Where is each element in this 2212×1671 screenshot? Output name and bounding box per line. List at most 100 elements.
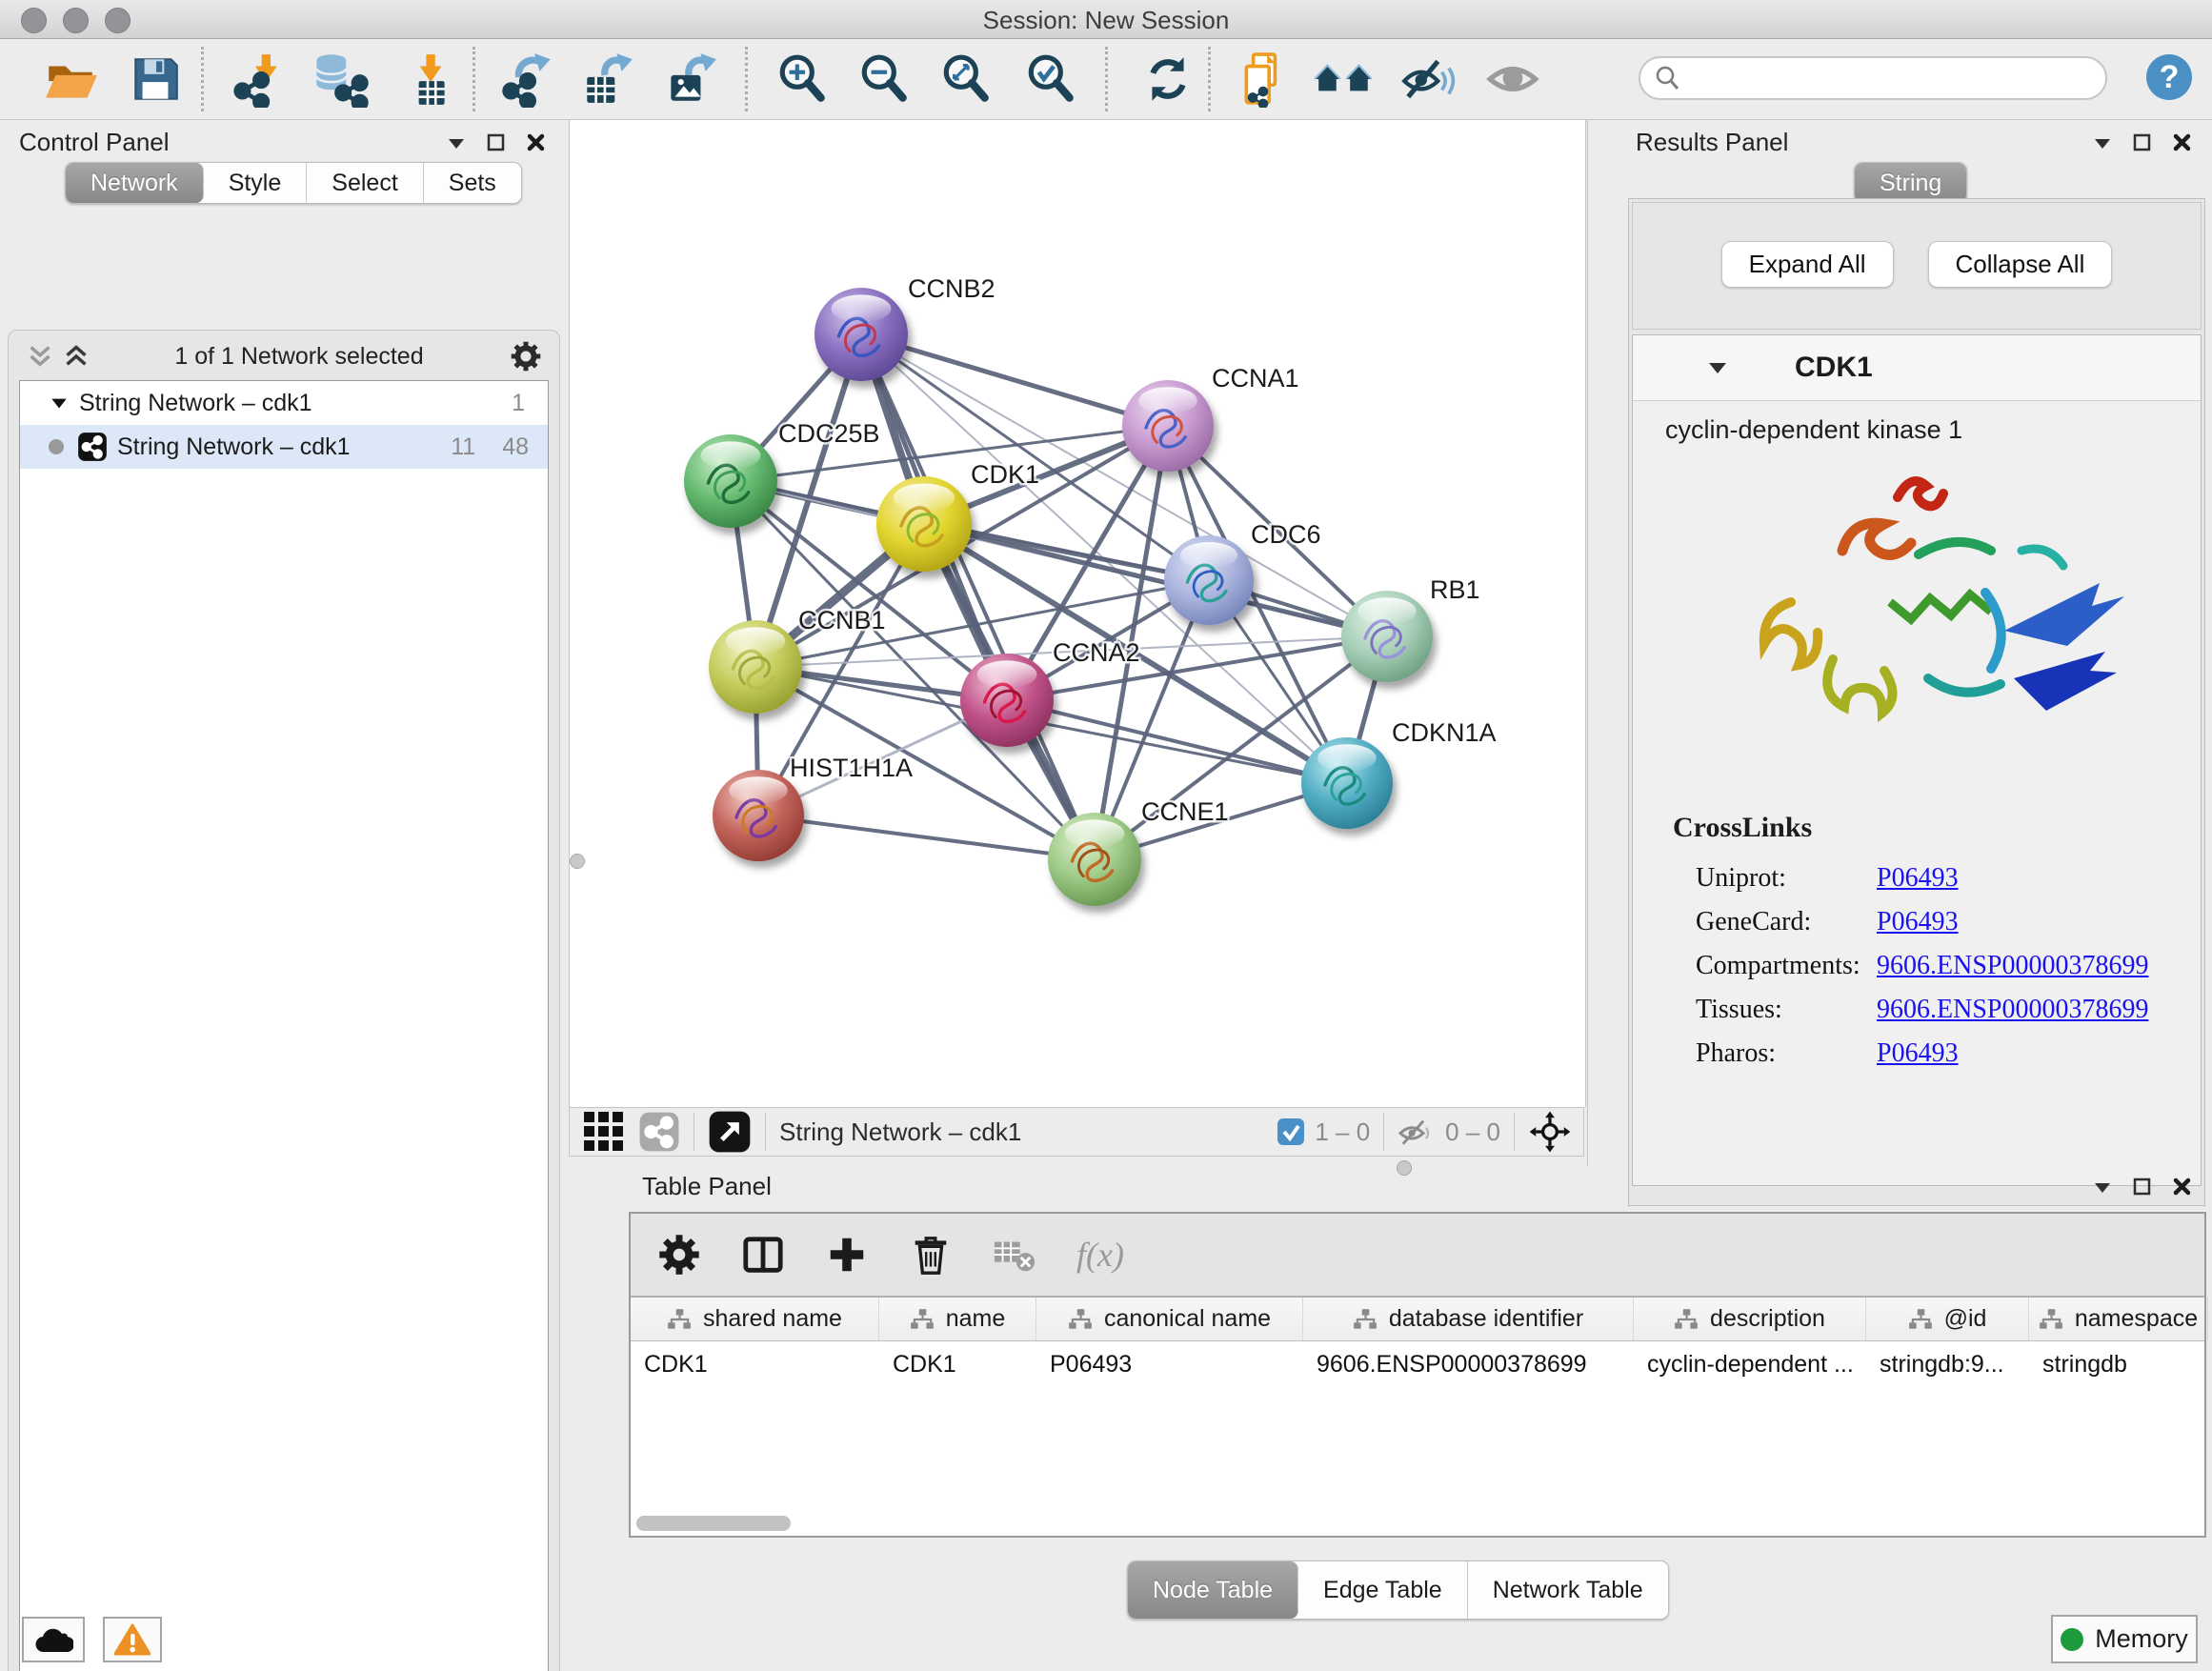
panel-menu-icon[interactable] [2090,1175,2115,1199]
table-cell[interactable]: stringdb:9... [1866,1342,2029,1386]
copy-network-icon[interactable] [1237,50,1292,108]
crosslink-link[interactable]: P06493 [1877,863,1959,894]
tree-expand-icon[interactable] [49,393,70,413]
expand-all-icon[interactable] [64,344,89,369]
panel-float-icon[interactable] [484,131,509,155]
column-header-shared-name[interactable]: shared name [631,1298,879,1340]
column-header-name[interactable]: name [879,1298,1036,1340]
import-table-icon[interactable] [401,50,456,108]
table-cell[interactable]: CDK1 [879,1342,1036,1386]
first-neighbors-icon[interactable] [1313,50,1376,108]
tab-node-table[interactable]: Node Table [1128,1561,1298,1619]
gear-icon[interactable] [510,340,542,372]
selected-count-indicator[interactable]: 1 – 0 [1277,1117,1370,1147]
tab-string[interactable]: String [1855,163,1966,203]
table-data-row[interactable]: CDK1CDK1P064939606.ENSP00000378699cyclin… [631,1342,2204,1386]
search-input[interactable] [1639,56,2107,100]
search-field[interactable] [1682,64,2105,93]
crosslink-link[interactable]: P06493 [1877,1038,1959,1069]
network-share-icon[interactable] [638,1111,680,1153]
show-all-eye-icon[interactable] [1486,50,1541,108]
zoom-selected-icon[interactable] [1023,50,1078,108]
network-node-RB1[interactable] [1341,591,1433,682]
network-node-CCNB2[interactable] [814,288,908,381]
panel-close-icon[interactable] [2170,1175,2195,1199]
left-splitter-handle[interactable] [570,854,585,869]
zoom-in-icon[interactable] [774,50,830,108]
panel-close-icon[interactable] [2170,131,2195,155]
panel-float-icon[interactable] [2130,1175,2155,1199]
import-network-database-icon[interactable] [306,50,371,108]
hide-selected-eye-icon[interactable] [1400,50,1456,108]
table-horizontal-scrollbar[interactable] [636,1516,791,1531]
export-image-icon[interactable] [661,50,716,108]
zoom-fit-icon[interactable] [938,50,994,108]
tab-sets[interactable]: Sets [424,163,521,203]
network-collection-row[interactable]: String Network – cdk1 1 [20,381,548,425]
add-column-icon[interactable] [825,1233,869,1277]
export-network-icon[interactable] [501,50,556,108]
crosslink-link[interactable]: P06493 [1877,907,1959,937]
open-in-new-window-icon[interactable] [708,1110,752,1154]
crosslink-link[interactable]: 9606.ENSP00000378699 [1877,951,2148,981]
network-node-CCNA1[interactable] [1122,380,1214,472]
column-header-namespace[interactable]: namespace [2029,1298,2208,1340]
network-node-CDC25B[interactable] [684,434,777,528]
table-type-tabs: Node TableEdge TableNetwork Table [1127,1560,1669,1620]
column-header-canonical-name[interactable]: canonical name [1036,1298,1303,1340]
network-node-CDK1[interactable] [876,476,972,572]
export-table-icon[interactable] [579,50,634,108]
table-cell[interactable]: 9606.ENSP00000378699 [1303,1342,1634,1386]
fit-content-crosshair-icon[interactable] [1528,1110,1572,1154]
crosslink-row: Pharos:P06493 [1696,1038,2201,1069]
network-node-HIST1H1A[interactable] [713,770,804,861]
network-edge[interactable] [1007,700,1347,783]
column-header-database-identifier[interactable]: database identifier [1303,1298,1634,1340]
network-edge[interactable] [758,815,1095,859]
panel-menu-icon[interactable] [2090,131,2115,155]
import-network-file-icon[interactable] [231,50,286,108]
expand-all-button[interactable]: Expand All [1721,241,1894,288]
table-cell[interactable]: CDK1 [631,1342,879,1386]
help-icon[interactable]: ? [2146,54,2192,100]
tab-network-table[interactable]: Network Table [1468,1561,1668,1619]
delete-column-trash-icon[interactable] [909,1233,953,1277]
open-session-icon[interactable] [43,50,98,108]
tab-select[interactable]: Select [307,163,423,203]
collapse-all-icon[interactable] [28,344,52,369]
network-row-selected[interactable]: String Network – cdk1 11 48 [20,425,548,469]
table-gear-icon[interactable] [657,1233,701,1277]
tab-network[interactable]: Network [66,163,204,203]
network-node-CCNB1[interactable] [709,620,802,714]
network-canvas[interactable]: CCNB2CCNA1CDC25BCDK1CDC6RB1CCNB1CCNA2CDK… [569,120,1586,1107]
network-node-CDC6[interactable] [1164,535,1254,625]
hidden-count-indicator[interactable]: 0 – 0 [1398,1116,1500,1148]
crosslink-link[interactable]: 9606.ENSP00000378699 [1877,995,2148,1025]
column-header-label: name [946,1305,1006,1333]
network-node-CCNA2[interactable] [960,654,1054,747]
network-node-CCNE1[interactable] [1048,813,1141,906]
zoom-out-icon[interactable] [856,50,912,108]
network-node-CDKN1A[interactable] [1301,737,1393,829]
column-header-description[interactable]: description [1634,1298,1866,1340]
panel-menu-icon[interactable] [444,131,469,155]
column-header--id[interactable]: @id [1866,1298,2029,1340]
tab-edge-table[interactable]: Edge Table [1298,1561,1468,1619]
warning-button[interactable] [103,1617,162,1662]
panel-float-icon[interactable] [2130,131,2155,155]
tab-style[interactable]: Style [204,163,308,203]
table-cell[interactable]: P06493 [1036,1342,1303,1386]
refresh-icon[interactable] [1140,50,1196,108]
table-cell[interactable]: stringdb [2029,1342,2208,1386]
memory-button[interactable]: Memory [2051,1615,2198,1663]
node-section-header[interactable]: CDK1 [1633,335,2201,401]
panel-close-icon[interactable] [524,131,549,155]
table-cell[interactable]: cyclin-dependent ... [1634,1342,1866,1386]
show-columns-icon[interactable] [741,1233,785,1277]
birds-eye-grid-icon[interactable] [583,1111,625,1153]
collapse-all-button[interactable]: Collapse All [1928,241,2113,288]
section-collapse-icon[interactable] [1705,355,1730,380]
network-edge[interactable] [861,334,1168,426]
save-session-icon[interactable] [128,50,183,108]
cloud-button[interactable] [22,1617,85,1662]
